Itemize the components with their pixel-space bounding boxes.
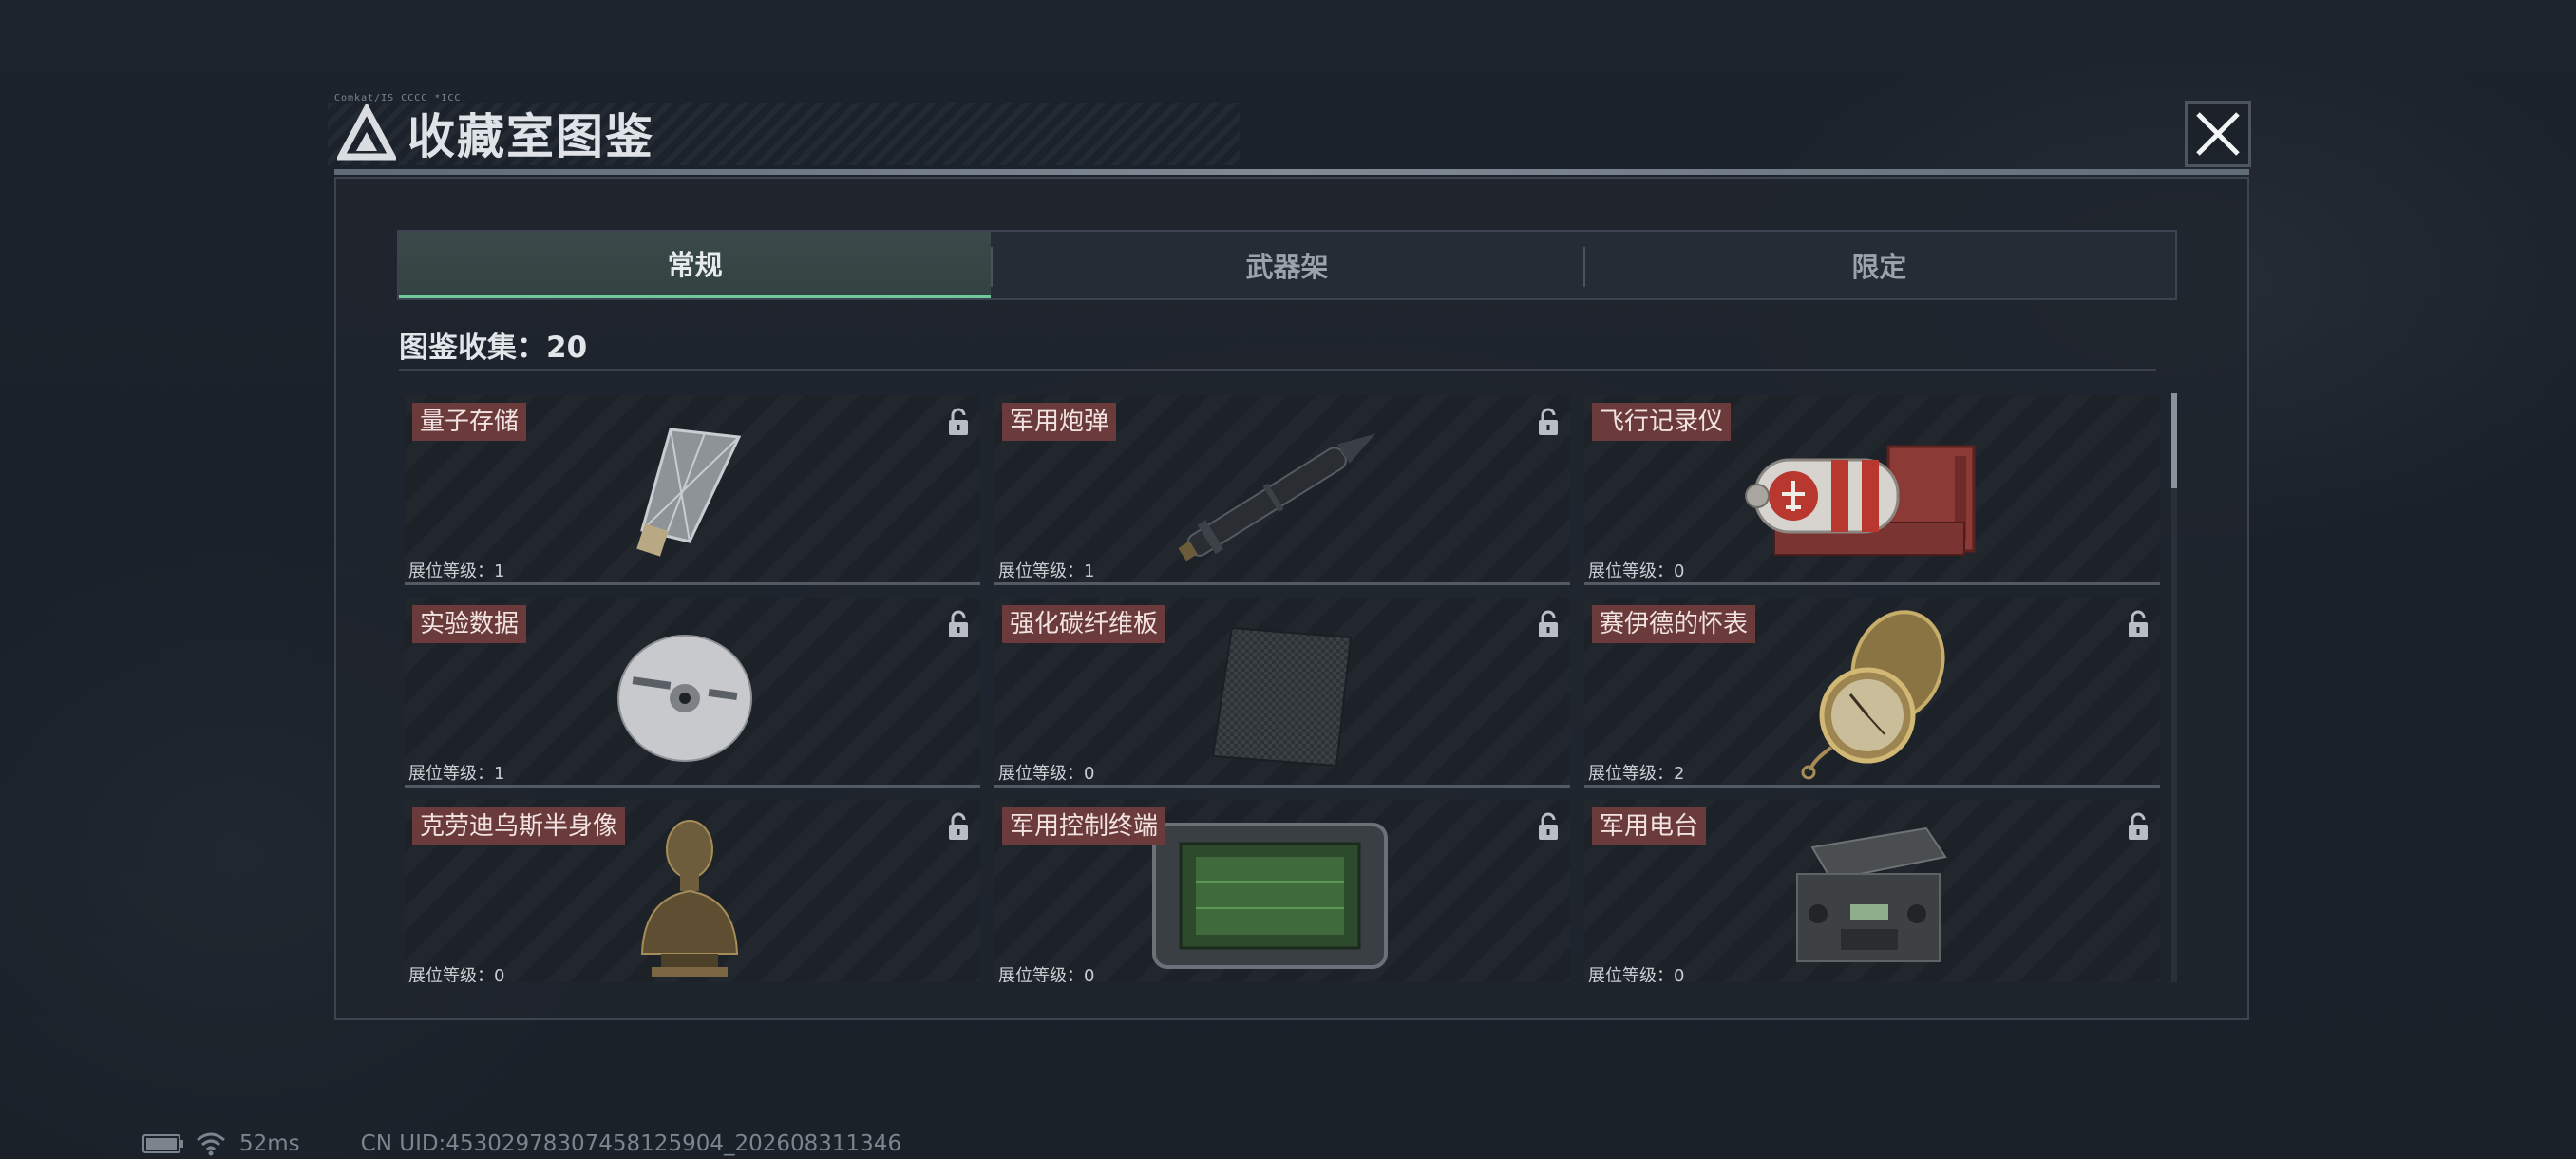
data-disc-icon <box>617 635 752 762</box>
level-label: 展位等级： <box>998 966 1084 982</box>
item-name: 量子存储 <box>412 403 527 441</box>
level-label: 展位等级： <box>408 966 494 982</box>
item-level: 展位等级：0 <box>998 966 1094 982</box>
level-value: 0 <box>494 966 505 982</box>
lock-icon <box>1539 812 1558 840</box>
count-divider <box>399 369 2156 370</box>
tab-bar: 常规 武器架 限定 <box>397 230 2177 300</box>
artillery-shell-icon <box>1178 433 1376 561</box>
level-value: 0 <box>1084 966 1095 982</box>
battery-icon <box>142 1134 183 1153</box>
tab-weapon-rack-label: 武器架 <box>1245 251 1329 283</box>
header-divider <box>334 169 2249 175</box>
item-name: 军用电台 <box>1592 808 1707 846</box>
item-level: 展位等级：1 <box>998 561 1094 582</box>
tab-limited[interactable]: 限定 <box>1582 232 2175 298</box>
item-name: 军用炮弹 <box>1002 403 1117 441</box>
item-name: 实验数据 <box>412 605 527 643</box>
lock-icon <box>949 610 968 637</box>
level-label: 展位等级： <box>998 561 1084 581</box>
item-card-quantum-storage[interactable]: 量子存储 展位等级：1 <box>405 395 980 585</box>
level-label: 展位等级： <box>408 764 494 784</box>
dialog-title: 收藏室图鉴 <box>407 109 654 164</box>
item-level: 展位等级：2 <box>1588 764 1684 785</box>
collection-count: 图鉴收集：20 <box>399 323 587 366</box>
level-value: 1 <box>494 561 505 581</box>
tab-divider <box>1582 247 1585 287</box>
bust-statue-icon <box>640 820 739 977</box>
wifi-icon <box>197 1132 225 1156</box>
quantum-storage-drive-icon <box>636 428 742 557</box>
dialog-header: 收藏室图鉴 <box>328 95 1306 171</box>
item-name: 强化碳纤维板 <box>1002 605 1166 643</box>
grid-scrollbar[interactable] <box>2171 393 2177 982</box>
flight-recorder-icon <box>1745 445 1976 556</box>
level-value: 1 <box>494 764 505 784</box>
tab-limited-label: 限定 <box>1851 251 1907 283</box>
pocket-watch-icon <box>1801 610 1945 780</box>
level-label: 展位等级： <box>1588 764 1674 784</box>
item-card-artillery-shell[interactable]: 军用炮弹 展位等级：1 <box>994 395 1570 585</box>
item-name: 飞行记录仪 <box>1592 403 1732 441</box>
level-value: 0 <box>1674 966 1685 982</box>
carbon-fiber-plate-icon <box>1211 626 1353 768</box>
level-label: 展位等级： <box>998 764 1084 784</box>
scrollbar-thumb[interactable] <box>2171 393 2177 488</box>
item-name: 赛伊德的怀表 <box>1592 605 1756 643</box>
ping-text: 52ms <box>239 1131 300 1156</box>
item-level: 展位等级：0 <box>1588 966 1684 982</box>
uid-text: CN UID:4530297830745812590​4_20260831134… <box>360 1131 902 1156</box>
item-name: 军用控制终端 <box>1002 808 1166 846</box>
item-grid[interactable]: 量子存储 展位等级：1 军用炮弹 展位等级：1 飞行记录仪 展位等级：0 实验数… <box>399 390 2166 982</box>
close-icon <box>2196 112 2240 156</box>
item-level: 展位等级：1 <box>408 561 504 582</box>
item-card-pocket-watch[interactable]: 赛伊德的怀表 展位等级：2 <box>1584 598 2160 788</box>
item-level: 展位等级：0 <box>1588 561 1684 582</box>
item-level: 展位等级：1 <box>408 764 504 785</box>
control-terminal-icon <box>1152 823 1388 969</box>
lock-icon <box>949 812 968 840</box>
level-value: 0 <box>1084 764 1095 784</box>
triangle-logo-icon <box>337 104 396 161</box>
level-label: 展位等级： <box>408 561 494 581</box>
level-label: 展位等级： <box>1588 966 1674 982</box>
level-label: 展位等级： <box>1588 561 1674 581</box>
item-card-carbon-fiber-plate[interactable]: 强化碳纤维板 展位等级：0 <box>994 598 1570 788</box>
tab-divider <box>991 247 994 287</box>
item-card-control-terminal[interactable]: 军用控制终端 展位等级：0 <box>994 800 1570 982</box>
lock-icon <box>2129 812 2148 840</box>
item-card-flight-recorder[interactable]: 飞行记录仪 展位等级：0 <box>1584 395 2160 585</box>
collection-count-value: 20 <box>546 331 588 365</box>
status-bar: 52ms CN UID:4530297830745812590​4_202608… <box>142 1130 901 1157</box>
close-button[interactable] <box>2185 101 2251 167</box>
item-card-claudius-bust[interactable]: 克劳迪乌斯半身像 展位等级：0 <box>405 800 980 982</box>
military-radio-icon <box>1796 826 1947 962</box>
lock-icon <box>2129 610 2148 637</box>
lock-icon <box>1539 408 1558 435</box>
item-name: 克劳迪乌斯半身像 <box>412 808 626 846</box>
level-value: 2 <box>1674 764 1685 784</box>
lock-icon <box>949 408 968 435</box>
level-value: 1 <box>1084 561 1095 581</box>
item-level: 展位等级：0 <box>408 966 504 982</box>
tab-regular[interactable]: 常规 <box>399 232 992 298</box>
collection-count-label: 图鉴收集： <box>399 331 546 365</box>
item-card-experiment-data[interactable]: 实验数据 展位等级：1 <box>405 598 980 788</box>
item-level: 展位等级：0 <box>998 764 1094 785</box>
tab-weapon-rack[interactable]: 武器架 <box>991 232 1582 298</box>
item-card-military-radio[interactable]: 军用电台 展位等级：0 <box>1584 800 2160 982</box>
level-value: 0 <box>1674 561 1685 581</box>
lock-icon <box>1539 610 1558 637</box>
